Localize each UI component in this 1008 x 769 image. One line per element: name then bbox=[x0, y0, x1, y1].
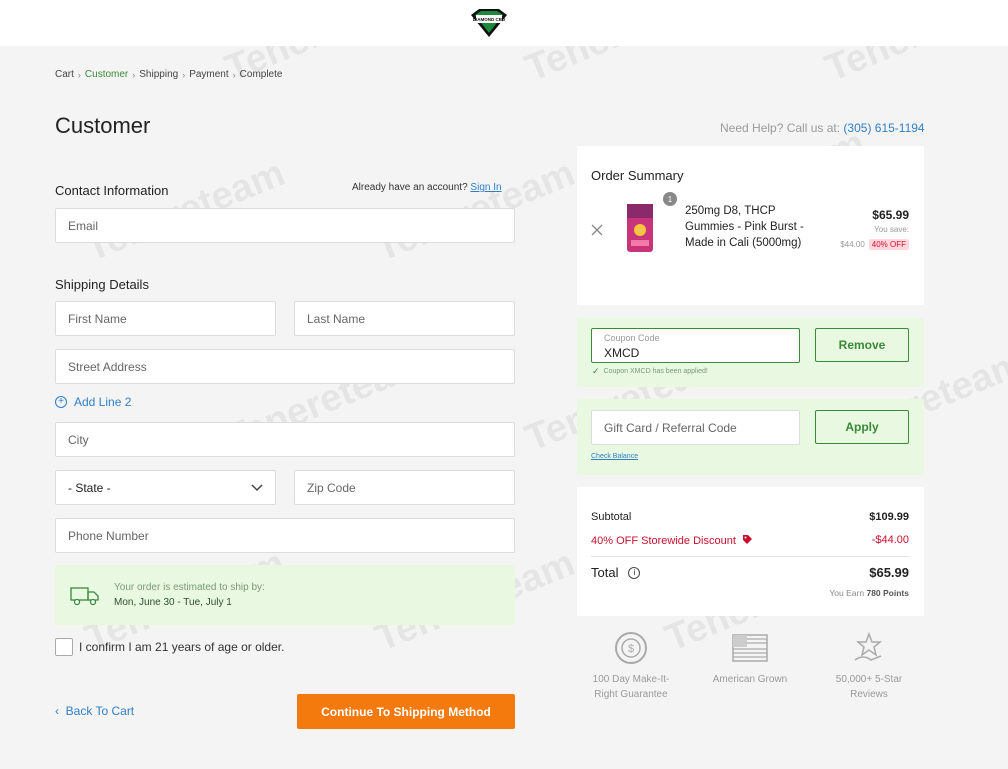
coupon-applied-note: ✓ Coupon XMCD has been applied! bbox=[592, 366, 708, 377]
quantity-badge: 1 bbox=[663, 192, 677, 206]
add-line-2-button[interactable]: + Add Line 2 bbox=[55, 395, 131, 409]
check-icon: ✓ bbox=[592, 366, 600, 376]
breadcrumb-payment: Payment bbox=[189, 69, 229, 80]
order-summary-heading: Order Summary bbox=[591, 168, 684, 183]
shipping-heading: Shipping Details bbox=[55, 277, 149, 292]
ship-estimate-dates: Mon, June 30 - Tue, July 1 bbox=[114, 597, 232, 608]
gift-card-field[interactable]: Gift Card / Referral Code bbox=[591, 410, 800, 445]
phone-number-field[interactable]: Phone Number bbox=[55, 518, 515, 553]
street-address-field[interactable]: Street Address bbox=[55, 349, 515, 384]
guarantee-line2: Right Guarantee bbox=[594, 689, 668, 700]
breadcrumb-complete: Complete bbox=[239, 69, 283, 80]
state-select-value: - State - bbox=[68, 480, 111, 495]
info-icon[interactable]: i bbox=[628, 566, 641, 579]
first-name-field[interactable]: First Name bbox=[55, 301, 276, 336]
breadcrumb: Cart › Customer › Shipping › Payment › C… bbox=[55, 69, 282, 80]
plus-circle-icon: + bbox=[55, 396, 67, 408]
continue-shipping-button[interactable]: Continue To Shipping Method bbox=[297, 694, 515, 729]
check-balance-link[interactable]: Check Balance bbox=[591, 453, 638, 460]
discount-badge: 40% OFF bbox=[868, 239, 909, 250]
total-row: Total i bbox=[591, 565, 641, 580]
age-confirm-checkbox[interactable] bbox=[55, 638, 73, 656]
page-title: Customer bbox=[55, 113, 151, 138]
brand-logo[interactable]: DIAMOND CBD bbox=[467, 7, 511, 39]
state-select[interactable]: - State - bbox=[55, 470, 276, 505]
add-line-2-label: Add Line 2 bbox=[74, 395, 132, 409]
points-prefix: You Earn bbox=[829, 588, 865, 598]
american-flag-icon bbox=[732, 634, 768, 667]
chevron-left-icon: ‹ bbox=[55, 704, 59, 718]
account-prompt: Already have an account? Sign In bbox=[352, 182, 502, 193]
logo-text: DIAMOND CBD bbox=[473, 17, 506, 22]
reviews-feature: 50,000+ 5-Star Reviews bbox=[818, 672, 920, 702]
product-price: $65.99 bbox=[872, 208, 909, 222]
points-earned: You Earn 780 Points bbox=[780, 588, 909, 598]
zip-code-field[interactable]: Zip Code bbox=[294, 470, 515, 505]
apply-gift-card-button[interactable]: Apply bbox=[815, 410, 909, 444]
savings-row: $44.00 40% OFF bbox=[830, 239, 909, 250]
account-prompt-text: Already have an account? bbox=[352, 182, 468, 193]
total-label: Total bbox=[591, 565, 619, 580]
remove-coupon-button[interactable]: Remove bbox=[815, 328, 909, 362]
coupon-code-field[interactable]: Coupon Code XMCD bbox=[591, 328, 800, 363]
help-text: Need Help? Call us at: (305) 615-1194 bbox=[720, 121, 925, 135]
delivery-truck-icon bbox=[70, 585, 100, 612]
email-field[interactable]: Email bbox=[55, 208, 515, 243]
original-price: $44.00 bbox=[840, 240, 865, 249]
coupon-applied-text: Coupon XMCD has been applied! bbox=[603, 368, 708, 375]
ship-estimate-box bbox=[55, 565, 515, 625]
product-image bbox=[624, 200, 656, 261]
city-field[interactable]: City bbox=[55, 422, 515, 457]
coupon-field-label: Coupon Code bbox=[604, 333, 660, 343]
chevron-right-icon: › bbox=[77, 69, 81, 80]
american-grown-label: American Grown bbox=[712, 674, 788, 685]
age-confirm-label[interactable]: I confirm I am 21 years of age or older. bbox=[79, 640, 284, 654]
ship-estimate-label: Your order is estimated to ship by: bbox=[114, 582, 265, 593]
chevron-right-icon: › bbox=[182, 69, 186, 80]
chevron-right-icon: › bbox=[232, 69, 236, 80]
back-to-cart-label: Back To Cart bbox=[65, 704, 135, 718]
american-grown-feature: American Grown bbox=[699, 672, 801, 687]
reviews-line2: Reviews bbox=[850, 689, 888, 700]
tag-icon bbox=[742, 534, 753, 548]
points-value: 780 Points bbox=[866, 588, 909, 598]
breadcrumb-shipping: Shipping bbox=[139, 69, 179, 80]
chevron-right-icon: › bbox=[132, 69, 136, 80]
total-value: $65.99 bbox=[869, 565, 909, 580]
discount-label: 40% OFF Storewide Discount bbox=[591, 535, 736, 547]
totals-divider bbox=[591, 556, 909, 557]
breadcrumb-customer[interactable]: Customer bbox=[85, 69, 128, 80]
discount-row: 40% OFF Storewide Discount bbox=[591, 534, 753, 548]
remove-item-icon[interactable] bbox=[590, 223, 604, 242]
svg-text:$: $ bbox=[628, 643, 634, 655]
last-name-field[interactable]: Last Name bbox=[294, 301, 515, 336]
back-to-cart-link[interactable]: ‹ Back To Cart bbox=[55, 704, 134, 718]
guarantee-feature: 100 Day Make-It- Right Guarantee bbox=[580, 672, 682, 702]
product-name: 250mg D8, THCP Gummies - Pink Burst - Ma… bbox=[685, 205, 804, 249]
chevron-down-icon bbox=[251, 481, 263, 495]
breadcrumb-cart[interactable]: Cart bbox=[55, 69, 74, 80]
star-review-icon bbox=[852, 631, 886, 671]
help-prefix: Need Help? Call us at: bbox=[720, 121, 841, 135]
money-back-guarantee-icon: $ bbox=[613, 630, 649, 671]
contact-heading: Contact Information bbox=[55, 183, 169, 198]
sign-in-link[interactable]: Sign In bbox=[470, 182, 501, 193]
coupon-field-value: XMCD bbox=[604, 346, 640, 360]
subtotal-value: $109.99 bbox=[869, 511, 909, 523]
reviews-line1: 50,000+ 5-Star bbox=[835, 674, 903, 685]
help-phone-link[interactable]: (305) 615-1194 bbox=[843, 121, 924, 135]
you-save-label: You save: bbox=[874, 225, 909, 234]
guarantee-line1: 100 Day Make-It- bbox=[592, 674, 670, 685]
subtotal-label: Subtotal bbox=[591, 511, 632, 523]
discount-value: -$44.00 bbox=[871, 534, 909, 546]
